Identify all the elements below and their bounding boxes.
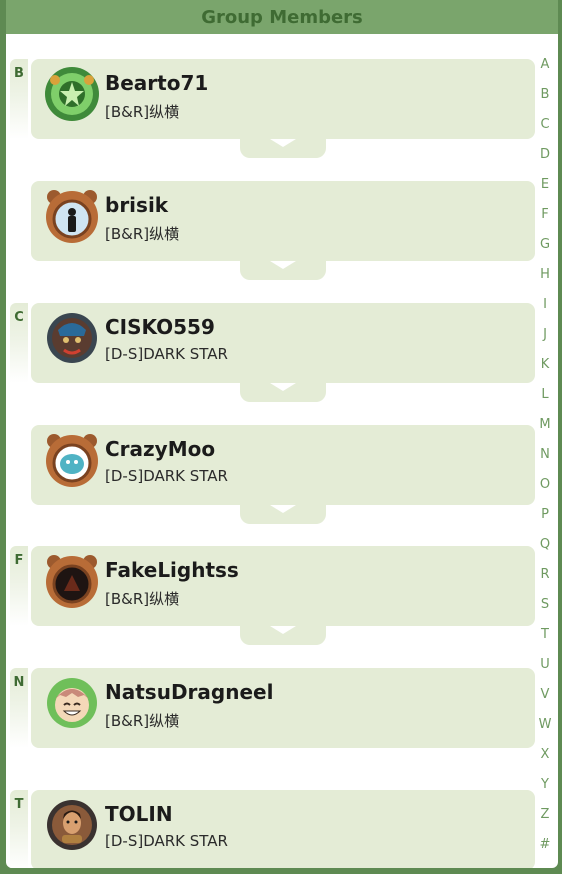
tribal-warrior-avatar[interactable] — [44, 310, 100, 366]
index-letter-q[interactable]: Q — [532, 533, 558, 563]
index-letter-f[interactable]: F — [532, 203, 558, 233]
member-group: [B&R]纵横 — [105, 103, 180, 121]
index-letter-h[interactable]: H — [532, 263, 558, 293]
expand-toggle[interactable] — [240, 625, 326, 645]
index-letter-z[interactable]: Z — [532, 803, 558, 833]
index-letter-l[interactable]: L — [532, 383, 558, 413]
member-group: [D-S]DARK STAR — [105, 345, 228, 363]
expand-toggle[interactable] — [240, 504, 326, 524]
green-dragon-emblem-avatar[interactable] — [44, 66, 100, 122]
member-card[interactable]: Bearto71 [B&R]纵横 — [31, 59, 535, 158]
member-group: [D-S]DARK STAR — [105, 467, 228, 485]
index-letter-m[interactable]: M — [532, 413, 558, 443]
member-group: [B&R]纵横 — [105, 225, 180, 243]
index-letter-t[interactable]: T — [532, 623, 558, 653]
member-name: TOLIN — [105, 802, 173, 826]
index-letter-j[interactable]: J — [532, 323, 558, 353]
page-title: Group Members — [201, 6, 363, 28]
index-letter-u[interactable]: U — [532, 653, 558, 683]
group-members-panel: Group Members B C F N T Bearto71 [B&R]纵横 — [6, 0, 558, 868]
member-name: CrazyMoo — [105, 437, 216, 461]
member-card[interactable]: FakeLightss [B&R]纵横 — [31, 546, 535, 645]
smiling-anime-avatar[interactable] — [44, 675, 100, 731]
section-letter: C — [14, 310, 24, 325]
member-group: [D-S]DARK STAR — [105, 832, 228, 850]
section-header-b: B — [10, 59, 28, 139]
member-name: Bearto71 — [105, 71, 209, 95]
section-header-c: C — [10, 303, 28, 383]
member-group: [B&R]纵横 — [105, 712, 180, 730]
index-letter-p[interactable]: P — [532, 503, 558, 533]
expand-toggle[interactable] — [240, 260, 326, 280]
member-group: [B&R]纵横 — [105, 590, 180, 608]
expand-toggle[interactable] — [240, 382, 326, 402]
alphabet-index[interactable]: A B C D E F G H I J K L M N O P Q R S T U V W X Y Z # — [532, 53, 558, 863]
section-letter: N — [13, 675, 25, 690]
section-header-t: T — [10, 790, 28, 868]
section-header-f: F — [10, 546, 28, 626]
member-card[interactable]: TOLIN [D-S]DARK STAR — [31, 790, 535, 868]
index-letter-b[interactable]: B — [532, 83, 558, 113]
index-letter-o[interactable]: O — [532, 473, 558, 503]
index-letter-e[interactable]: E — [532, 173, 558, 203]
member-name: FakeLightss — [105, 558, 239, 582]
section-header-n: N — [10, 668, 28, 748]
index-letter-y[interactable]: Y — [532, 773, 558, 803]
section-letter: B — [14, 66, 24, 81]
member-card[interactable]: brisik [B&R]纵横 — [31, 181, 535, 280]
member-card[interactable]: CrazyMoo [D-S]DARK STAR — [31, 425, 535, 524]
expand-toggle[interactable] — [240, 138, 326, 158]
section-letter: T — [14, 797, 24, 812]
index-letter-hash[interactable]: # — [532, 833, 558, 863]
armored-hero-avatar[interactable] — [44, 797, 100, 853]
index-letter-s[interactable]: S — [532, 593, 558, 623]
index-letter-n[interactable]: N — [532, 443, 558, 473]
member-name: brisik — [105, 193, 169, 217]
member-card[interactable]: CISKO559 [D-S]DARK STAR — [31, 303, 535, 402]
index-letter-i[interactable]: I — [532, 293, 558, 323]
index-letter-a[interactable]: A — [532, 53, 558, 83]
bear-frame-dark-avatar[interactable] — [44, 553, 100, 609]
member-name: NatsuDragneel — [105, 680, 274, 704]
index-letter-g[interactable]: G — [532, 233, 558, 263]
member-card[interactable]: NatsuDragneel [B&R]纵横 — [31, 668, 535, 748]
bear-frame-silhouette-avatar[interactable] — [44, 188, 100, 244]
index-letter-w[interactable]: W — [532, 713, 558, 743]
index-letter-k[interactable]: K — [532, 353, 558, 383]
index-letter-x[interactable]: X — [532, 743, 558, 773]
index-letter-r[interactable]: R — [532, 563, 558, 593]
section-letter: F — [14, 553, 24, 568]
index-letter-d[interactable]: D — [532, 143, 558, 173]
title-bar: Group Members — [6, 0, 558, 34]
index-letter-c[interactable]: C — [532, 113, 558, 143]
member-name: CISKO559 — [105, 315, 215, 339]
bear-frame-cow-avatar[interactable] — [44, 432, 100, 488]
index-letter-v[interactable]: V — [532, 683, 558, 713]
